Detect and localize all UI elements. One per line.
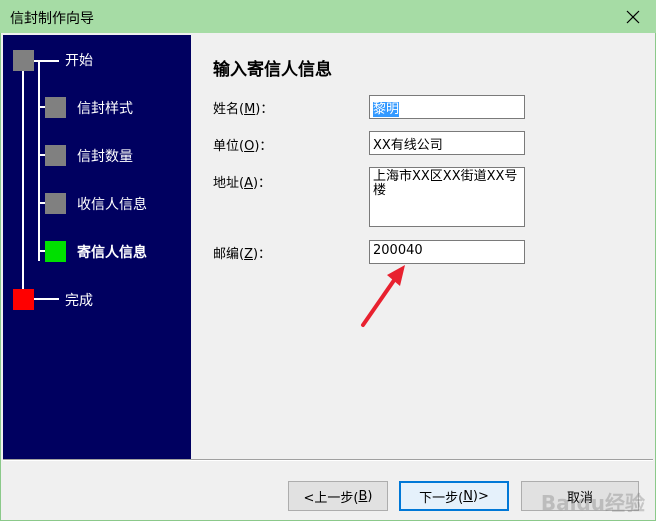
zipcode-label: 邮编(Z)： xyxy=(213,247,272,262)
wizard-body: 开始 信封样式 信封数量 收信人信息 寄信人信息 完成 输入寄信人信息 姓名(M… xyxy=(0,33,656,521)
window-title: 信封制作向导 xyxy=(10,11,94,27)
step-sender-label: 寄信人信息 xyxy=(77,245,147,261)
address-label: 地址(A)： xyxy=(213,176,272,191)
step-finish-label: 完成 xyxy=(65,293,93,309)
back-button[interactable]: <上一步(B) xyxy=(288,481,388,511)
step-start-label: 开始 xyxy=(65,53,93,69)
close-icon xyxy=(626,10,640,23)
company-input[interactable]: XX有线公司 xyxy=(369,131,525,155)
step-marker-sender xyxy=(45,241,66,262)
address-input[interactable]: 上海市XX区XX街道XX号楼 xyxy=(369,167,525,227)
name-label: 姓名(M)： xyxy=(213,102,274,117)
close-button[interactable] xyxy=(610,0,656,33)
steps-panel: 开始 信封样式 信封数量 收信人信息 寄信人信息 完成 xyxy=(3,35,191,459)
step-marker-finish xyxy=(13,289,34,310)
step-style-label: 信封样式 xyxy=(77,101,133,117)
zipcode-value: 200040 xyxy=(373,243,423,258)
zipcode-input[interactable]: 200040 xyxy=(369,240,525,264)
next-button[interactable]: 下一步(N)> xyxy=(399,481,509,511)
step-marker-start xyxy=(13,50,34,71)
cancel-button[interactable]: 取消 xyxy=(521,481,639,511)
step-quantity-label: 信封数量 xyxy=(77,149,133,165)
step-marker-style xyxy=(45,97,66,118)
footer-separator xyxy=(3,459,653,461)
step-marker-recipient xyxy=(45,193,66,214)
name-value: 黎明 xyxy=(373,102,400,117)
address-value: 上海市XX区XX街道XX号楼 xyxy=(373,169,518,198)
page-heading: 输入寄信人信息 xyxy=(213,60,332,80)
company-value: XX有线公司 xyxy=(373,138,443,153)
content-panel: 输入寄信人信息 姓名(M)： 黎明 单位(O)： XX有线公司 地址(A)： 上… xyxy=(191,35,653,459)
title-bar: 信封制作向导 xyxy=(0,0,656,33)
name-input[interactable]: 黎明 xyxy=(369,95,525,119)
step-recipient-label: 收信人信息 xyxy=(77,197,147,213)
step-marker-quantity xyxy=(45,145,66,166)
company-label: 单位(O)： xyxy=(213,139,273,154)
